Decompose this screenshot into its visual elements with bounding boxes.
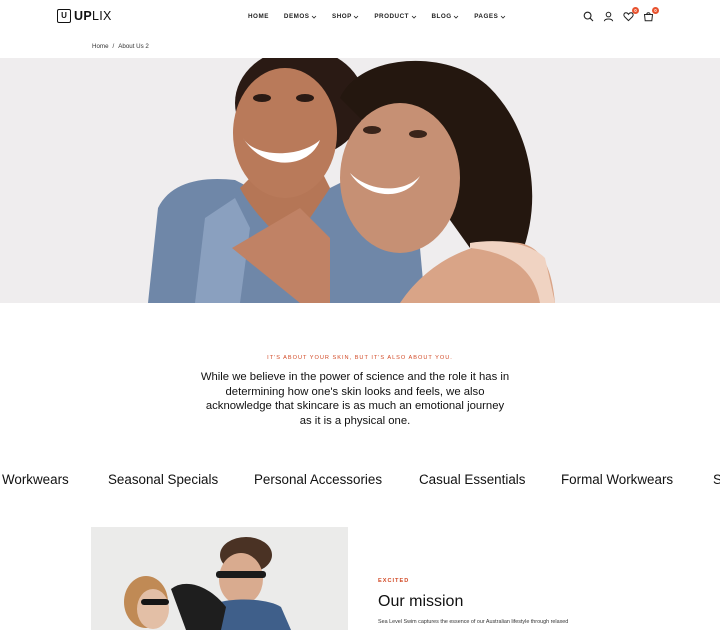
nav-pages[interactable]: PAGES xyxy=(474,13,506,20)
intro-text: While we believe in the power of science… xyxy=(200,371,510,427)
intro-eyebrow: IT'S ABOUT YOUR SKIN, BUT IT'S ALSO ABOU… xyxy=(267,355,453,361)
user-icon[interactable] xyxy=(603,11,614,22)
mission-description: Sea Level Swim captures the essence of o… xyxy=(378,619,569,625)
marquee-item[interactable]: Casual Essentials xyxy=(419,472,525,487)
chevron-down-icon xyxy=(500,14,506,20)
breadcrumb-separator: / xyxy=(112,43,115,50)
wishlist-count-badge: 0 xyxy=(632,7,639,14)
nav-shop[interactable]: SHOP xyxy=(332,13,359,20)
logo-text: UPLIX xyxy=(74,8,112,23)
logo-mark: U xyxy=(57,9,71,23)
header-actions: 0 0 xyxy=(583,7,659,22)
marquee-item[interactable]: Personal Accessories xyxy=(254,472,382,487)
chevron-down-icon xyxy=(353,14,359,20)
search-icon[interactable] xyxy=(583,11,594,22)
wishlist-button[interactable]: 0 xyxy=(623,7,639,22)
breadcrumb-current: About Us 2 xyxy=(118,43,149,50)
cart-count-badge: 0 xyxy=(652,7,659,14)
mission-image xyxy=(91,527,348,630)
mission-eyebrow: EXCITED xyxy=(378,578,410,584)
breadcrumb: Home / About Us 2 xyxy=(92,43,149,50)
marquee-item[interactable]: Workwears xyxy=(2,472,69,487)
marquee-item[interactable]: Seasonal Specials xyxy=(108,472,218,487)
marquee-item[interactable]: S xyxy=(713,472,720,487)
nav-blog[interactable]: BLOG xyxy=(432,13,460,20)
hero-image xyxy=(0,58,720,303)
chevron-down-icon xyxy=(311,14,317,20)
nav-demos[interactable]: DEMOS xyxy=(284,13,317,20)
breadcrumb-home-link[interactable]: Home xyxy=(92,43,109,50)
nav-product[interactable]: PRODUCT xyxy=(374,13,416,20)
logo[interactable]: U UPLIX xyxy=(57,9,112,23)
main-nav: HOME DEMOS SHOP PRODUCT BLOG PAGES xyxy=(248,13,521,20)
chevron-down-icon xyxy=(411,14,417,20)
cart-button[interactable]: 0 xyxy=(643,7,659,22)
nav-home[interactable]: HOME xyxy=(248,13,269,20)
marquee-item[interactable]: Formal Workwears xyxy=(561,472,673,487)
mission-title: Our mission xyxy=(378,593,464,610)
chevron-down-icon xyxy=(453,14,459,20)
site-header: U UPLIX HOME DEMOS SHOP PRODUCT BLOG PAG… xyxy=(0,0,720,36)
category-marquee: Workwears Seasonal Specials Personal Acc… xyxy=(0,472,720,492)
